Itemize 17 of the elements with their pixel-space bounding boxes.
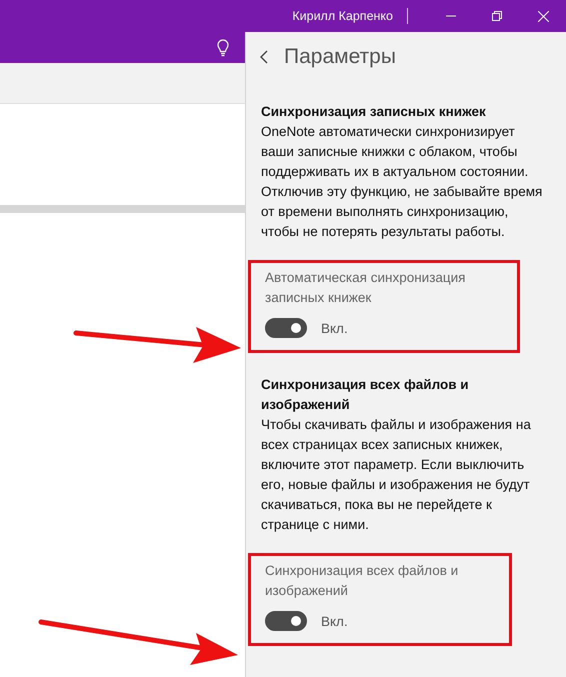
back-icon bbox=[260, 50, 268, 64]
section-description: OneNote автоматически синхронизирует ваши записные книжки с облаком, чтобы поддерживать их в актуальном состоянии. Отключив эту функцию, не забывайте время от времени выполнять синхронизацию, чтобы не потерять результаты работы. bbox=[261, 123, 544, 241]
toggle-state: Вкл. bbox=[321, 320, 348, 336]
panel-title: Параметры bbox=[284, 45, 396, 69]
user-name: Кирилл Карпенко bbox=[292, 9, 393, 23]
back-button[interactable] bbox=[260, 50, 268, 64]
toggle-switch[interactable] bbox=[265, 318, 307, 338]
section-heading: Синхронизация всех файлов и изображений bbox=[261, 376, 470, 414]
lightbulb-icon[interactable] bbox=[217, 38, 229, 56]
close-icon bbox=[538, 10, 548, 22]
setting-label: Синхронизация всех файлов и изображений bbox=[265, 562, 460, 600]
section-description: Чтобы скачивать файлы и изображения на всех страницах всех записных книжек, включите этот параметр. Если выключить его, новые файлы и изображения не будут скачиваться, пока вы не перейдете к странице с ними. bbox=[261, 416, 532, 534]
toggle-switch[interactable] bbox=[265, 611, 307, 631]
setting-label: Автоматическая синхронизация записных книжек bbox=[265, 269, 466, 307]
toggle-state: Вкл. bbox=[321, 614, 348, 628]
restore-icon bbox=[492, 11, 502, 21]
section-heading: Синхронизация записных книжек bbox=[261, 103, 487, 121]
